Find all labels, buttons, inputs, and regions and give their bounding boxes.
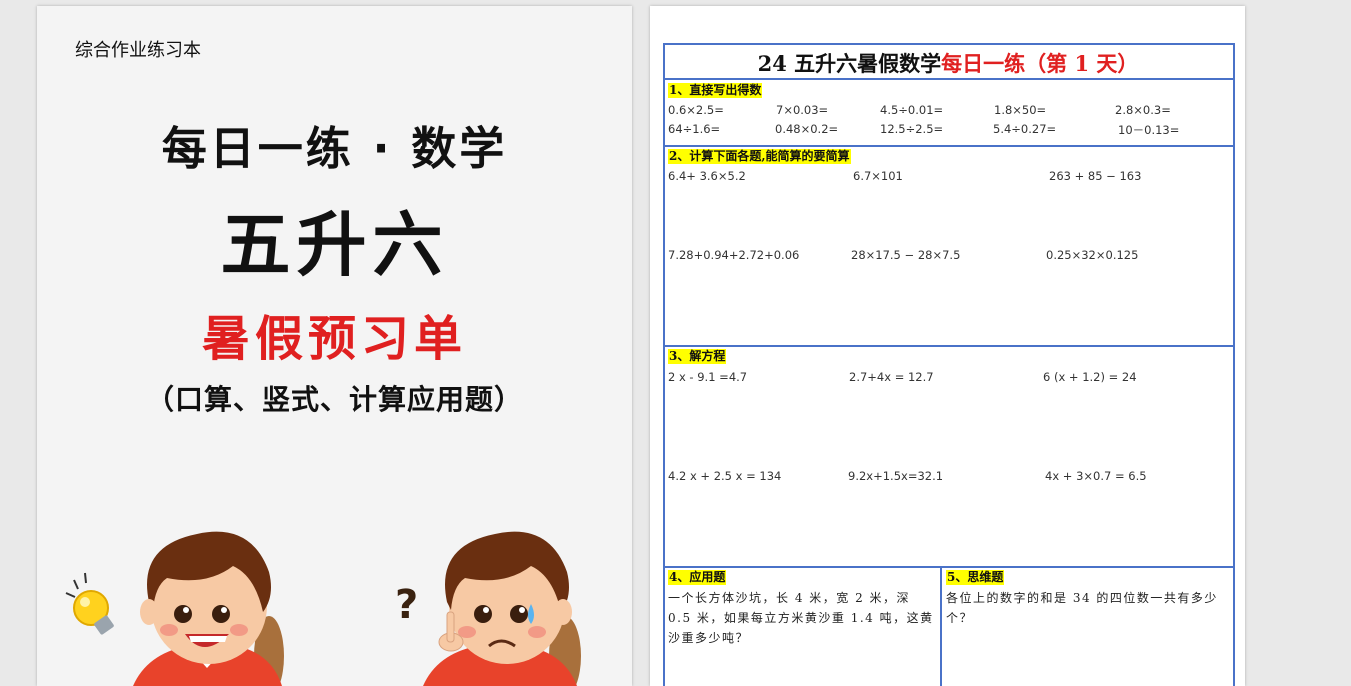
happy-boy (133, 531, 284, 686)
oral-item: 5.4÷0.27= (993, 122, 1057, 136)
section-label-equations: 3、解方程 (668, 349, 727, 364)
oral-item: 64÷1.6= (668, 122, 721, 136)
oral-item: 0.48×0.2= (775, 122, 839, 136)
oral-item: 10－0.13= (1118, 123, 1180, 137)
question-mark: ? (395, 582, 418, 628)
lightbulb-icon (65, 572, 114, 635)
oral-item: 4.5÷0.01= (880, 103, 944, 117)
worksheet-title: 24 五升六暑假数学每日一练（第 1 天） (663, 48, 1233, 78)
cover-illustration: ? (65, 531, 581, 686)
oral-item: 2.8×0.3= (1115, 103, 1171, 117)
divider (663, 345, 1235, 347)
equation-item: 6 (x + 1.2) = 24 (1043, 370, 1137, 384)
divider (663, 78, 1235, 80)
oral-item: 12.5÷2.5= (880, 122, 944, 136)
oral-item: 1.8×50= (994, 103, 1047, 117)
word-problem-text: 一个长方体沙坑，长 4 米，宽 2 米，深 0.5 米，如果每立方米黄沙重 1.… (668, 591, 934, 645)
section-label-word-problem: 4、应用题 (668, 570, 727, 585)
divider (940, 566, 942, 686)
divider (663, 566, 1235, 568)
divider (663, 145, 1235, 147)
equation-item: 4.2 x + 2.5 x = 134 (668, 469, 782, 483)
cover-page: 综合作业练习本 每日一练 · 数学 五升六 暑假预习单 （口算、竖式、计算应用题… (37, 6, 632, 686)
worksheet-title-prefix: 24 五升六暑假数学 (757, 51, 942, 76)
oral-item: 0.6×2.5= (668, 103, 724, 117)
equation-item: 9.2x+1.5x=32.1 (848, 469, 944, 483)
thinking-boy: ? (395, 531, 581, 686)
calc-item: 28×17.5 − 28×7.5 (851, 248, 961, 262)
oral-item: 7×0.03= (776, 103, 829, 117)
equation-item: 2 x - 9.1 =4.7 (668, 370, 748, 384)
calc-item: 263 + 85 − 163 (1049, 169, 1142, 183)
equation-item: 4x + 3×0.7 = 6.5 (1045, 469, 1147, 483)
calc-item: 6.4+ 3.6×5.2 (668, 169, 746, 183)
section-label-simplify: 2、计算下面各题,能简算的要简算 (668, 149, 851, 164)
calc-item: 0.25×32×0.125 (1046, 248, 1139, 262)
section-label-thinking: 5、思维题 (946, 570, 1005, 585)
worksheet-title-day: 每日一练（第 1 天） (941, 51, 1139, 76)
worksheet-page: 24 五升六暑假数学每日一练（第 1 天） 1、直接写出得数 0.6×2.5= … (650, 6, 1245, 686)
section-label-oral: 1、直接写出得数 (668, 83, 763, 98)
calc-item: 7.28+0.94+2.72+0.06 (668, 248, 800, 262)
calc-item: 6.7×101 (853, 169, 903, 183)
equation-item: 2.7+4x = 12.7 (849, 370, 934, 384)
thinking-problem-text: 各位上的数字的和是 34 的四位数一共有多少个？ (946, 591, 1218, 625)
